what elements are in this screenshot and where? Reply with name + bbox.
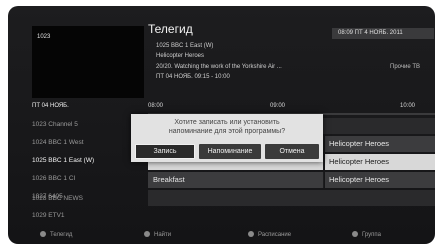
footer-item-guide[interactable]: Телегид bbox=[40, 231, 72, 238]
info-description: 20/20. Watching the work of the Yorkshir… bbox=[156, 64, 282, 70]
red-dot-icon bbox=[40, 231, 46, 237]
channel-label: 1025 BBC 1 East (W) bbox=[32, 157, 95, 164]
time-label: 10:00 bbox=[400, 103, 416, 109]
footer-item-search[interactable]: Найти bbox=[144, 231, 171, 238]
info-genre: Прочие ТВ bbox=[390, 64, 421, 70]
footer-label: Группа bbox=[362, 232, 382, 238]
record-button[interactable]: Запись bbox=[135, 144, 195, 159]
grid-date: ПТ 04 НОЯБ. bbox=[32, 103, 69, 109]
green-dot-icon bbox=[144, 231, 150, 237]
time-label: 08:00 bbox=[148, 103, 164, 109]
footer-item-schedule[interactable]: Расписание bbox=[248, 231, 291, 238]
footer-bar: Телегид Найти Расписание Группа bbox=[8, 228, 435, 242]
program-cell[interactable]: Helicopter Heroes bbox=[325, 172, 435, 188]
dialog-line: Хотите записать или установить bbox=[174, 119, 280, 126]
program-cell-selected[interactable]: Helicopter Heroes bbox=[325, 154, 435, 170]
info-program-title: Helicopter Heroes bbox=[156, 53, 205, 59]
channel-row[interactable]: 1029 ETV1 bbox=[8, 207, 435, 225]
program-cell-empty[interactable] bbox=[148, 190, 435, 206]
tv-frame: 1023 Телегид 08:09 ПТ 4 НОЯБ. 2011 1025 … bbox=[0, 0, 443, 250]
page-title: Телегид bbox=[148, 22, 193, 36]
blue-dot-icon bbox=[352, 231, 358, 237]
footer-label: Найти bbox=[154, 232, 172, 238]
channel-row[interactable]: 1026 BBC 1 CI Breakfast Helicopter Heroe… bbox=[8, 171, 435, 189]
record-reminder-dialog: Хотите записать или установить напоминан… bbox=[131, 114, 323, 162]
yellow-dot-icon bbox=[248, 231, 254, 237]
channel-label: 1024 BBC 1 West bbox=[32, 139, 84, 146]
footer-label: Расписание bbox=[258, 232, 292, 238]
footer-label: Телегид bbox=[50, 232, 73, 238]
program-cell[interactable]: Helicopter Heroes bbox=[325, 136, 435, 152]
video-preview: 1023 bbox=[32, 26, 144, 98]
info-schedule: ПТ 04 НОЯБ. 09:15 - 10:00 bbox=[156, 74, 230, 80]
dialog-message: Хотите записать или установить напоминан… bbox=[131, 118, 323, 136]
channel-label: 1028 BBC NEWS bbox=[32, 195, 83, 202]
preview-channel-number: 1023 bbox=[37, 34, 51, 40]
program-cell[interactable]: Breakfast bbox=[148, 172, 324, 188]
clock: 08:09 ПТ 4 НОЯБ. 2011 bbox=[332, 28, 434, 39]
channel-label: 1029 ETV1 bbox=[32, 212, 65, 219]
info-channel: 1025 BBC 1 East (W) bbox=[156, 43, 214, 49]
time-label: 09:00 bbox=[270, 103, 286, 109]
reminder-button[interactable]: Напоминание bbox=[199, 144, 261, 159]
channel-label: 1023 Channel 5 bbox=[32, 121, 78, 128]
epg-screen: 1023 Телегид 08:09 ПТ 4 НОЯБ. 2011 1025 … bbox=[8, 6, 435, 244]
cancel-button[interactable]: Отмена bbox=[265, 144, 319, 159]
footer-item-group[interactable]: Группа bbox=[352, 231, 381, 238]
channel-label: 1026 BBC 1 CI bbox=[32, 175, 76, 182]
dialog-line: напоминание для этой программы? bbox=[168, 128, 286, 135]
